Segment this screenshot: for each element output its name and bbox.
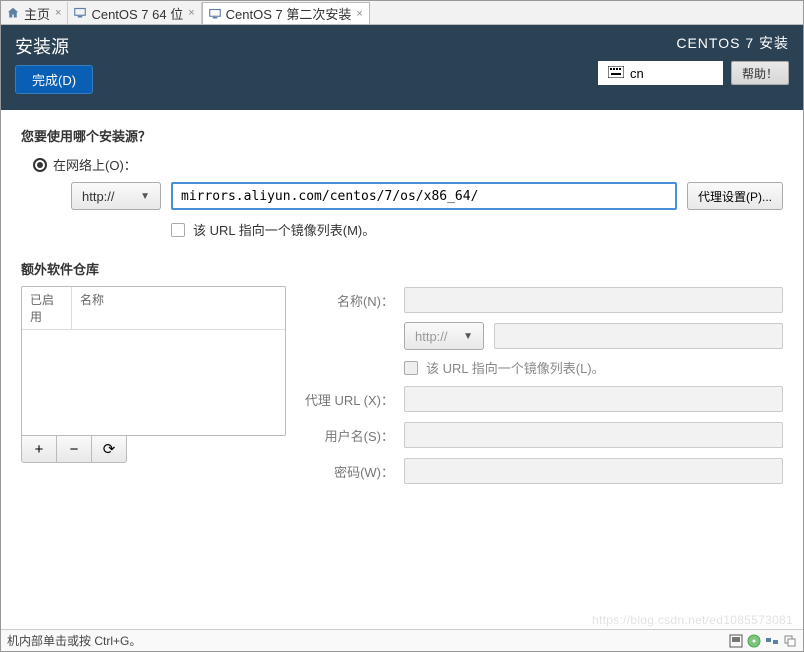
tab-label: 主页: [24, 4, 50, 23]
watermark: https://blog.csdn.net/ed1085573081: [592, 613, 793, 627]
dropdown-value: http://: [82, 189, 115, 204]
tab-label: CentOS 7 64 位: [91, 4, 183, 23]
mirror-list-checkbox[interactable]: [171, 223, 185, 237]
col-name[interactable]: 名称: [72, 287, 285, 329]
username-label: 用户名(S)：: [304, 426, 394, 445]
close-icon[interactable]: ×: [356, 8, 362, 20]
repo-url-field[interactable]: [494, 323, 783, 349]
protocol-dropdown[interactable]: http:// ▼: [71, 182, 161, 210]
repo-mirror-label: 该 URL 指向一个镜像列表(L)。: [426, 358, 605, 377]
url-input[interactable]: [171, 182, 677, 210]
page-title: 安装源: [15, 33, 93, 59]
help-button[interactable]: 帮助！: [731, 61, 789, 85]
screen-icon: [209, 8, 221, 20]
installer-header: 安装源 完成(D) CENTOS 7 安装 cn 帮助！: [1, 25, 803, 110]
password-field[interactable]: [404, 458, 783, 484]
repo-list-header: 已启用 名称: [22, 287, 285, 330]
repo-mirror-checkbox[interactable]: [404, 361, 418, 375]
network-icon[interactable]: [765, 634, 779, 648]
radio-on-network[interactable]: 在网络上(O)：: [33, 155, 783, 174]
close-icon[interactable]: ×: [55, 7, 61, 19]
tab-label: CentOS 7 第二次安装: [226, 4, 352, 23]
username-field[interactable]: [404, 422, 783, 448]
installer-title: CENTOS 7 安装: [598, 33, 789, 53]
main-content: 您要使用哪个安装源？ 在网络上(O)： http:// ▼ 代理设置(P)...…: [1, 110, 803, 629]
radio-label: 在网络上(O)：: [53, 155, 137, 174]
repo-tools: + − ⟳: [21, 435, 286, 463]
home-icon: [7, 7, 19, 19]
tab-centos-second[interactable]: CentOS 7 第二次安装 ×: [202, 2, 370, 24]
proxy-url-label: 代理 URL (X)：: [304, 390, 394, 409]
mirror-list-label: 该 URL 指向一个镜像列表(M)。: [193, 220, 375, 239]
proxy-setup-button[interactable]: 代理设置(P)...: [687, 182, 783, 210]
col-enabled[interactable]: 已启用: [22, 287, 72, 329]
keyboard-layout-label: cn: [630, 66, 644, 81]
chevron-down-icon: ▼: [140, 191, 150, 202]
extra-repos-heading: 额外软件仓库: [21, 259, 783, 278]
tab-bar: 主页 × CentOS 7 64 位 × CentOS 7 第二次安装 ×: [1, 1, 803, 25]
radio-icon: [33, 158, 47, 172]
password-label: 密码(W)：: [304, 462, 394, 481]
window-icon[interactable]: [783, 634, 797, 648]
close-icon[interactable]: ×: [188, 7, 194, 19]
keyboard-icon: [608, 66, 624, 81]
repo-protocol-dropdown[interactable]: http:// ▼: [404, 322, 484, 350]
disk-icon[interactable]: [729, 634, 743, 648]
dropdown-value: http://: [415, 329, 448, 344]
remove-repo-button[interactable]: −: [56, 435, 92, 463]
cd-icon[interactable]: [747, 634, 761, 648]
add-repo-button[interactable]: +: [21, 435, 57, 463]
done-button[interactable]: 完成(D): [15, 65, 93, 94]
source-question: 您要使用哪个安装源？: [21, 126, 783, 145]
status-hint: 机内部单击或按 Ctrl+G。: [7, 632, 141, 649]
tab-home[interactable]: 主页 ×: [1, 2, 68, 24]
system-tray: [729, 634, 797, 648]
proxy-url-field[interactable]: [404, 386, 783, 412]
repo-name-field[interactable]: [404, 287, 783, 313]
status-bar: 机内部单击或按 Ctrl+G。: [1, 629, 803, 651]
keyboard-indicator[interactable]: cn: [598, 61, 723, 85]
screen-icon: [74, 7, 86, 19]
repo-name-label: 名称(N)：: [304, 291, 394, 310]
tab-centos[interactable]: CentOS 7 64 位 ×: [68, 2, 201, 24]
chevron-down-icon: ▼: [463, 331, 473, 342]
refresh-repo-button[interactable]: ⟳: [91, 435, 127, 463]
repo-list[interactable]: 已启用 名称: [21, 286, 286, 436]
